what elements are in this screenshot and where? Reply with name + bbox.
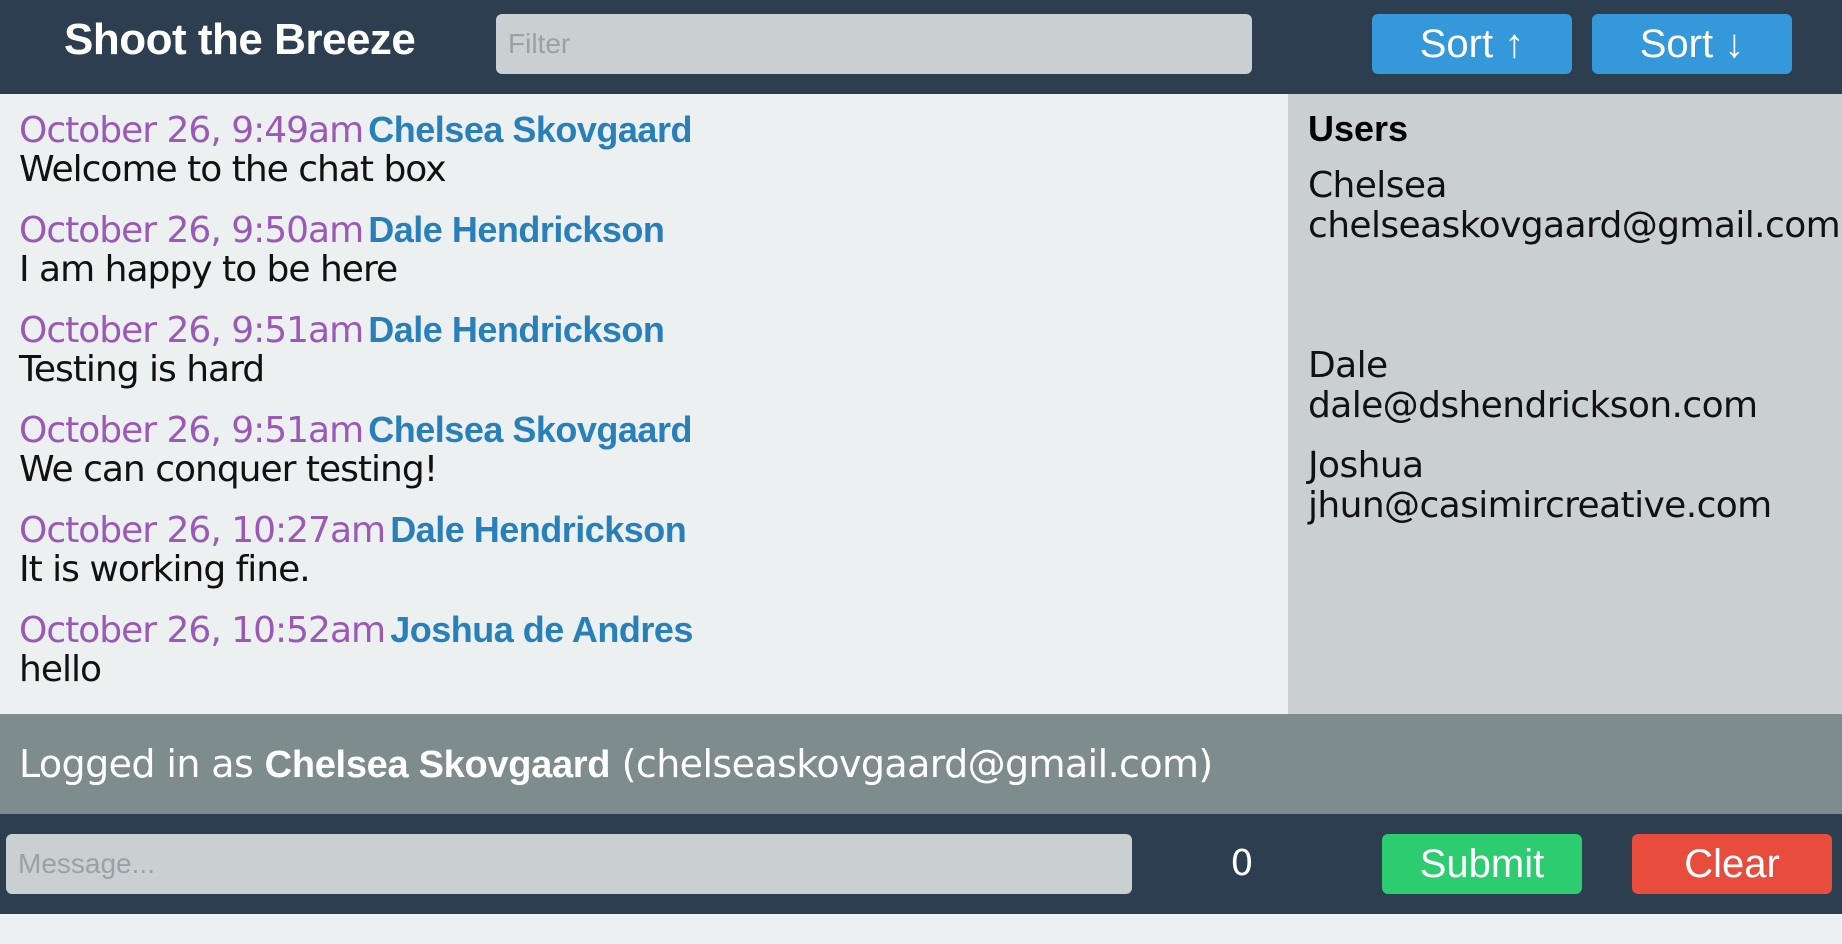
- message-item: October 26, 9:51am Chelsea Skovgaard We …: [19, 408, 1288, 508]
- user-entry: Dale dale@dshendrickson.com: [1308, 345, 1758, 426]
- user-entry: Chelsea chelseaskovgaard@gmail.com: [1308, 165, 1841, 246]
- logged-in-user-email: (chelseaskovgaard@gmail.com): [621, 742, 1214, 786]
- message-author: Chelsea Skovgaard: [368, 409, 692, 450]
- message-input[interactable]: [6, 834, 1132, 894]
- message-author: Dale Hendrickson: [368, 309, 665, 350]
- message-item: October 26, 9:49am Chelsea Skovgaard Wel…: [19, 108, 1288, 208]
- submit-button[interactable]: Submit: [1382, 834, 1582, 894]
- message-timestamp: October 26, 10:52am: [19, 610, 386, 651]
- user-email: chelseaskovgaard@gmail.com: [1308, 205, 1841, 246]
- message-author: Chelsea Skovgaard: [368, 109, 692, 150]
- app-header: Shoot the Breeze Sort ↑ Sort ↓: [0, 0, 1842, 94]
- login-status-bar: Logged in as Chelsea Skovgaard (chelseas…: [0, 714, 1842, 814]
- message-text: Welcome to the chat box: [19, 149, 447, 190]
- message-item: October 26, 9:51am Dale Hendrickson Test…: [19, 308, 1288, 408]
- user-entry: Joshua jhun@casimircreative.com: [1308, 446, 1772, 526]
- login-status-prefix: Logged in as: [19, 742, 254, 786]
- logged-in-user-name: Chelsea Skovgaard: [264, 744, 611, 786]
- message-item: October 26, 10:52am Joshua de Andres hel…: [19, 608, 1288, 708]
- message-text: Testing is hard: [19, 349, 265, 390]
- message-text: It is working fine.: [19, 549, 311, 590]
- message-item: October 26, 10:27am Dale Hendrickson It …: [19, 508, 1288, 608]
- message-timestamp: October 26, 9:49am: [19, 110, 364, 151]
- message-author: Dale Hendrickson: [390, 509, 687, 550]
- message-author: Dale Hendrickson: [368, 209, 665, 250]
- users-panel: Users Chelsea chelseaskovgaard@gmail.com…: [1288, 94, 1842, 714]
- user-name: Joshua: [1308, 445, 1424, 486]
- user-email: dale@dshendrickson.com: [1308, 385, 1758, 426]
- message-author: Joshua de Andres: [390, 609, 693, 650]
- message-timestamp: October 26, 9:50am: [19, 210, 364, 251]
- sort-descending-button[interactable]: Sort ↓: [1592, 14, 1792, 74]
- message-composer: 0 Submit Clear: [0, 814, 1842, 914]
- message-text: We can conquer testing!: [19, 449, 438, 490]
- message-text: I am happy to be here: [19, 249, 398, 290]
- user-email: jhun@casimircreative.com: [1308, 485, 1772, 526]
- character-count: 0: [1230, 843, 1254, 884]
- filter-input[interactable]: [496, 14, 1252, 74]
- user-name: Chelsea: [1308, 165, 1447, 206]
- message-list: October 26, 9:49am Chelsea Skovgaard Wel…: [0, 94, 1288, 714]
- footer-strip: [0, 914, 1842, 944]
- message-item: October 26, 9:50am Dale Hendrickson I am…: [19, 208, 1288, 308]
- message-timestamp: October 26, 9:51am: [19, 310, 364, 351]
- app-title: Shoot the Breeze: [64, 15, 416, 64]
- users-panel-title: Users: [1308, 108, 1409, 149]
- message-timestamp: October 26, 9:51am: [19, 410, 364, 451]
- sort-ascending-button[interactable]: Sort ↑: [1372, 14, 1572, 74]
- message-timestamp: October 26, 10:27am: [19, 510, 386, 551]
- message-text: hello: [19, 649, 102, 690]
- user-name: Dale: [1308, 345, 1388, 386]
- clear-button[interactable]: Clear: [1632, 834, 1832, 894]
